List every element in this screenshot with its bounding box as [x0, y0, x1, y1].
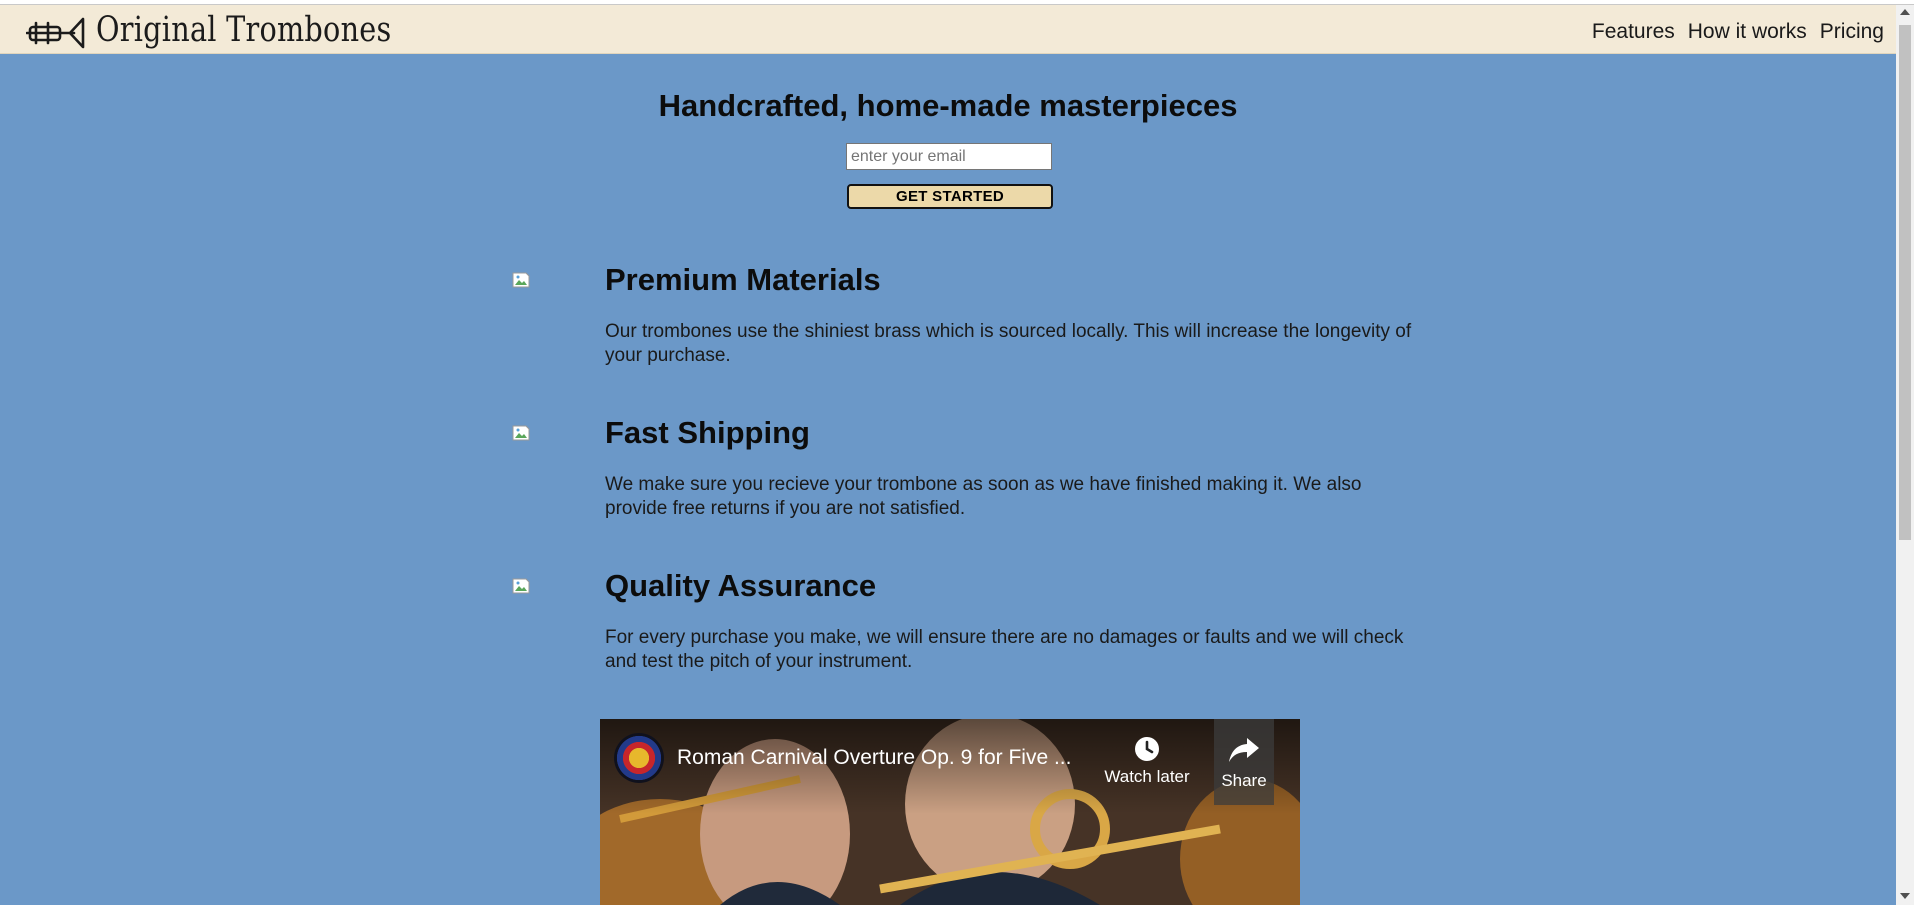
video-embed[interactable]: Roman Carnival Overture Op. 9 for Five .… [600, 719, 1300, 905]
broken-image-icon [512, 272, 530, 288]
scroll-down-arrow-icon[interactable] [1900, 893, 1910, 899]
broken-image-icon [512, 425, 530, 441]
clock-icon [1135, 737, 1159, 761]
trombone-logo-icon [26, 17, 85, 49]
nav-link-pricing[interactable]: Pricing [1820, 20, 1884, 44]
main-nav: Features How it works Pricing [1592, 20, 1884, 44]
watch-later-label: Watch later [1104, 767, 1190, 786]
watch-later-button[interactable]: Watch later [1097, 735, 1197, 787]
email-input[interactable] [846, 143, 1052, 170]
page-scrollbar[interactable] [1896, 5, 1914, 905]
feature-description: We make sure you recieve your trombone a… [605, 474, 1362, 519]
share-icon [1229, 738, 1259, 762]
feature-description: For every purchase you make, we will ens… [605, 627, 1404, 672]
scroll-thumb[interactable] [1899, 25, 1911, 540]
nav-link-how-it-works[interactable]: How it works [1688, 20, 1807, 44]
channel-avatar[interactable] [614, 733, 664, 783]
share-button[interactable]: Share [1214, 719, 1274, 805]
share-label: Share [1221, 771, 1267, 790]
feature-title: Fast Shipping [605, 415, 810, 450]
brand-name: Original Trombones [96, 9, 392, 50]
broken-image-icon [512, 578, 530, 594]
get-started-button[interactable]: GET STARTED [847, 184, 1053, 209]
nav-link-features[interactable]: Features [1592, 20, 1675, 44]
video-title[interactable]: Roman Carnival Overture Op. 9 for Five .… [677, 746, 1097, 770]
site-header: Original Trombones Features How it works… [0, 5, 1896, 54]
scroll-up-arrow-icon[interactable] [1900, 9, 1910, 15]
feature-description: Our trombones use the shiniest brass whi… [605, 321, 1412, 366]
feature-title: Quality Assurance [605, 568, 877, 603]
brand-logo[interactable]: Original Trombones [26, 11, 456, 49]
hero-title: Handcrafted, home-made masterpieces [658, 88, 1238, 123]
feature-title: Premium Materials [605, 262, 881, 297]
